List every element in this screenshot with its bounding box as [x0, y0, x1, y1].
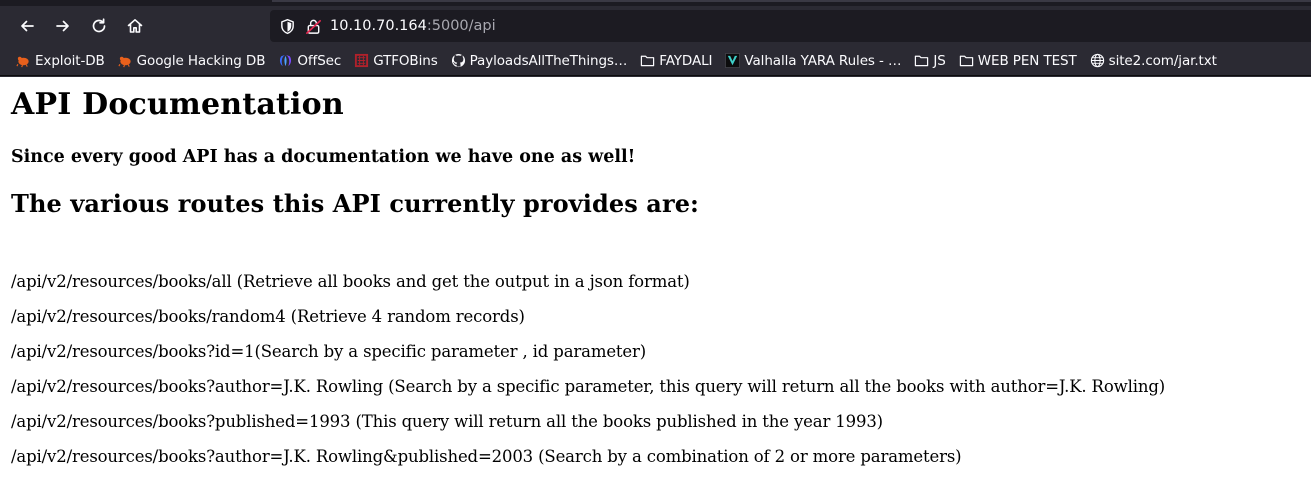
bookmark-label: WEB PEN TEST [977, 52, 1077, 69]
bookmark-label: Valhalla YARA Rules - … [744, 52, 902, 69]
forward-button[interactable] [49, 12, 77, 40]
url-host: 10.10.70.164 [330, 18, 427, 34]
bookmark-folder-faydali[interactable]: FAYDALI [640, 48, 713, 74]
bookmark-label: FAYDALI [659, 52, 713, 69]
route-item: /api/v2/resources/books?published=1993 (… [11, 412, 883, 431]
browser-chrome: 10.10.70.164:5000/api Exploit-DB Google … [0, 0, 1311, 77]
bookmark-label: OffSec [297, 52, 342, 69]
globe-icon [1090, 53, 1105, 68]
page-content: API Documentation Since every good API h… [0, 77, 1311, 488]
bookmark-label: site2.com/jar.txt [1108, 52, 1217, 69]
exploitdb-bug-icon [16, 53, 31, 68]
route-item: /api/v2/resources/books?author=J.K. Rowl… [11, 447, 962, 466]
route-item: /api/v2/resources/books?id=1(Search by a… [11, 342, 647, 361]
route-item: /api/v2/resources/books?author=J.K. Rowl… [11, 377, 1166, 396]
bookmarks-toolbar: Exploit-DB Google Hacking DB OffSec GTFO… [0, 46, 1311, 76]
bookmark-label: GTFOBins [373, 52, 438, 69]
back-button[interactable] [13, 12, 41, 40]
page-title: API Documentation [11, 87, 344, 122]
url-text[interactable]: 10.10.70.164:5000/api [330, 18, 496, 34]
offsec-logo-icon [278, 53, 293, 68]
arrow-left-icon [21, 20, 34, 32]
reload-icon [92, 18, 106, 33]
reload-button[interactable] [85, 12, 113, 40]
gtfobins-icon [354, 53, 369, 68]
insecure-lock-icon[interactable] [304, 17, 322, 35]
navigation-toolbar: 10.10.70.164:5000/api [0, 6, 1311, 46]
bookmark-payloadsallthethings[interactable]: PayloadsAllTheThings… [451, 48, 628, 74]
bookmark-folder-web-pen-test[interactable]: WEB PEN TEST [959, 48, 1077, 74]
route-item: /api/v2/resources/books/random4 (Retriev… [11, 307, 525, 326]
bookmark-exploit-db[interactable]: Exploit-DB [16, 48, 105, 74]
bookmark-label: PayloadsAllTheThings… [469, 52, 628, 69]
home-button[interactable] [121, 12, 149, 40]
url-path: :5000/api [426, 18, 496, 34]
address-bar[interactable]: 10.10.70.164:5000/api [270, 10, 1311, 42]
bookmark-folder-js[interactable]: JS [914, 48, 946, 74]
home-icon [127, 19, 143, 33]
arrow-right-icon [56, 20, 69, 32]
bookmark-google-hacking-db[interactable]: Google Hacking DB [118, 48, 266, 74]
tracking-protection-shield-icon[interactable] [278, 17, 296, 35]
github-icon [451, 53, 466, 68]
bookmark-label: JS [933, 52, 946, 69]
bookmark-gtfobins[interactable]: GTFOBins [354, 48, 438, 74]
ghdb-bug-icon [118, 53, 133, 68]
bookmark-valhalla-yara-rules[interactable]: Valhalla YARA Rules - … [725, 48, 902, 74]
folder-icon [959, 53, 974, 68]
valhalla-icon [725, 53, 741, 68]
routes-heading: The various routes this API currently pr… [11, 189, 700, 218]
folder-icon [914, 53, 929, 68]
bookmark-label: Exploit-DB [35, 52, 105, 69]
page-subtitle: Since every good API has a documentation… [11, 147, 636, 167]
bookmark-offsec[interactable]: OffSec [278, 48, 341, 74]
bookmark-site2-jar[interactable]: site2.com/jar.txt [1090, 48, 1217, 74]
bookmark-label: Google Hacking DB [136, 52, 266, 69]
folder-icon [640, 53, 655, 68]
route-item: /api/v2/resources/books/all (Retrieve al… [11, 272, 690, 291]
